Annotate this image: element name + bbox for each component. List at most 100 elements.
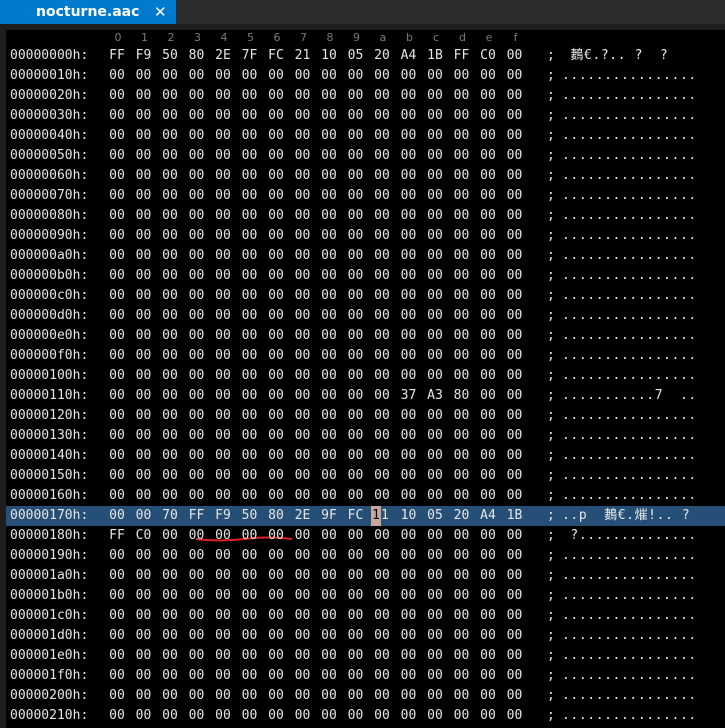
byte-cell[interactable]: 00: [239, 666, 261, 686]
byte-cell[interactable]: 00: [133, 706, 155, 726]
ascii-text[interactable]: ................: [562, 106, 697, 126]
byte-cell[interactable]: 00: [239, 526, 261, 546]
byte-cell[interactable]: 00: [477, 406, 499, 426]
byte-cell[interactable]: 00: [451, 106, 473, 126]
byte-cell[interactable]: 00: [133, 446, 155, 466]
byte-cell[interactable]: 00: [398, 246, 420, 266]
byte-cell[interactable]: F9: [212, 506, 234, 526]
byte-cell[interactable]: 00: [345, 326, 367, 346]
hex-row[interactable]: 00000190h: 00 00 00 00 00 00 00 00 00 00 00 00 00 00 00…: [6, 546, 725, 566]
byte-cell[interactable]: 00: [424, 66, 446, 86]
byte-cell[interactable]: 00: [292, 606, 314, 626]
byte-cell[interactable]: 00: [239, 326, 261, 346]
byte-cell[interactable]: 00: [398, 166, 420, 186]
byte-cell[interactable]: 00: [424, 606, 446, 626]
byte-cell[interactable]: 00: [451, 446, 473, 466]
byte-cell[interactable]: 00: [186, 166, 208, 186]
byte-cell[interactable]: 00: [398, 86, 420, 106]
byte-cell[interactable]: A4: [398, 46, 420, 66]
byte-cell[interactable]: 00: [504, 66, 526, 86]
hex-row[interactable]: 000000f0h: 00 00 00 00 00 00 00 00 00 00 00 00 00 00 00…: [6, 346, 725, 366]
byte-cell[interactable]: 00: [345, 566, 367, 586]
ascii-text[interactable]: ................: [562, 546, 697, 566]
byte-cell[interactable]: 00: [504, 366, 526, 386]
byte-cell[interactable]: 00: [398, 66, 420, 86]
byte-cell[interactable]: 00: [186, 626, 208, 646]
byte-cell[interactable]: 00: [318, 646, 340, 666]
hex-row[interactable]: 000000e0h: 00 00 00 00 00 00 00 00 00 00 00 00 00 00 00…: [6, 326, 725, 346]
byte-cell[interactable]: 00: [371, 606, 393, 626]
byte-cell[interactable]: 00: [398, 686, 420, 706]
byte-cell[interactable]: 00: [318, 566, 340, 586]
byte-cell[interactable]: 00: [133, 386, 155, 406]
byte-cell[interactable]: 00: [133, 286, 155, 306]
ascii-text[interactable]: ................: [562, 466, 697, 486]
byte-cell[interactable]: 00: [424, 406, 446, 426]
byte-cell[interactable]: 00: [106, 486, 128, 506]
byte-cell[interactable]: 10: [318, 46, 340, 66]
byte-cell[interactable]: 2E: [292, 506, 314, 526]
byte-cell[interactable]: 00: [106, 306, 128, 326]
hex-row[interactable]: 000001b0h: 00 00 00 00 00 00 00 00 00 00 00 00 00 00 00…: [6, 586, 725, 606]
byte-cell[interactable]: 00: [371, 126, 393, 146]
byte-cell[interactable]: 00: [345, 146, 367, 166]
byte-cell[interactable]: 00: [186, 686, 208, 706]
byte-cell[interactable]: 00: [477, 386, 499, 406]
byte-cell[interactable]: 00: [212, 326, 234, 346]
byte-cell[interactable]: 00: [477, 146, 499, 166]
byte-cell[interactable]: 00: [424, 346, 446, 366]
byte-cell[interactable]: 00: [186, 586, 208, 606]
byte-cell[interactable]: 00: [318, 186, 340, 206]
byte-cell[interactable]: 00: [133, 606, 155, 626]
byte-cell[interactable]: 00: [504, 126, 526, 146]
byte-cell[interactable]: 00: [504, 706, 526, 726]
byte-cell[interactable]: 00: [424, 566, 446, 586]
byte-cell[interactable]: 00: [212, 586, 234, 606]
byte-cell[interactable]: 00: [345, 706, 367, 726]
close-icon[interactable]: ✕: [154, 0, 167, 24]
ascii-text[interactable]: ................: [562, 266, 697, 286]
byte-cell[interactable]: 00: [133, 226, 155, 246]
byte-cell[interactable]: 00: [424, 446, 446, 466]
byte-cell[interactable]: 00: [318, 586, 340, 606]
byte-cell[interactable]: 00: [318, 366, 340, 386]
byte-cell[interactable]: 00: [371, 106, 393, 126]
byte-cell[interactable]: 00: [504, 486, 526, 506]
hex-row[interactable]: 000001a0h: 00 00 00 00 00 00 00 00 00 00 00 00 00 00 00…: [6, 566, 725, 586]
ascii-text[interactable]: ................: [562, 346, 697, 366]
byte-cell[interactable]: 9F: [318, 506, 340, 526]
byte-cell[interactable]: 00: [451, 166, 473, 186]
byte-cell[interactable]: 00: [106, 106, 128, 126]
byte-cell[interactable]: 00: [504, 246, 526, 266]
byte-cell[interactable]: 00: [371, 66, 393, 86]
byte-cell[interactable]: 00: [186, 246, 208, 266]
byte-cell[interactable]: 00: [239, 146, 261, 166]
byte-cell[interactable]: 00: [133, 346, 155, 366]
byte-cell[interactable]: 00: [451, 146, 473, 166]
byte-cell[interactable]: 00: [106, 606, 128, 626]
byte-cell[interactable]: 00: [504, 426, 526, 446]
ascii-text[interactable]: ................: [562, 246, 697, 266]
byte-cell[interactable]: 00: [265, 546, 287, 566]
byte-cell[interactable]: 00: [159, 226, 181, 246]
ascii-text[interactable]: ................: [562, 666, 697, 686]
byte-cell[interactable]: 00: [239, 606, 261, 626]
byte-cell[interactable]: 00: [239, 206, 261, 226]
hex-row[interactable]: 00000000h: FF F9 50 80 2E 7F FC 21 10 05 20 A4 1B FF C0…: [6, 46, 725, 66]
byte-cell[interactable]: A3: [424, 386, 446, 406]
byte-cell[interactable]: 00: [345, 666, 367, 686]
ascii-text[interactable]: ................: [562, 486, 697, 506]
byte-cell[interactable]: 00: [318, 386, 340, 406]
byte-cell[interactable]: 00: [133, 686, 155, 706]
byte-cell[interactable]: 00: [239, 406, 261, 426]
byte-cell[interactable]: 00: [371, 406, 393, 426]
byte-cell[interactable]: 05: [345, 46, 367, 66]
byte-cell[interactable]: 00: [504, 306, 526, 326]
byte-cell[interactable]: 00: [477, 286, 499, 306]
byte-cell[interactable]: 00: [504, 566, 526, 586]
byte-cell[interactable]: 00: [212, 526, 234, 546]
ascii-text[interactable]: ................: [562, 566, 697, 586]
ascii-text[interactable]: ...........7 ..: [562, 386, 697, 406]
byte-cell[interactable]: 00: [106, 146, 128, 166]
byte-cell[interactable]: 00: [504, 106, 526, 126]
